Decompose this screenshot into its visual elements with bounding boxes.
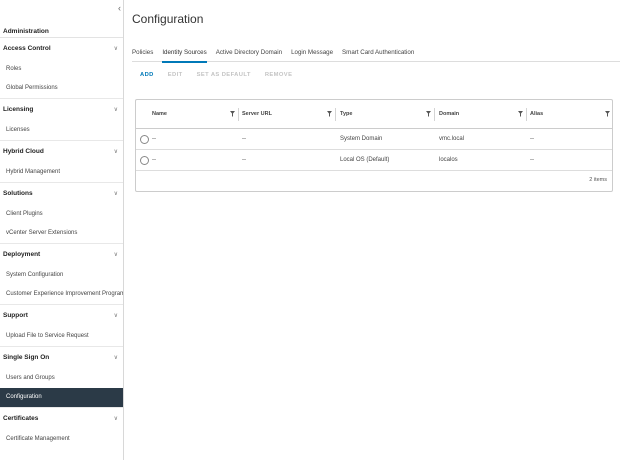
section-title-hybrid-cloud[interactable]: Hybrid Cloud ∨	[0, 141, 123, 163]
set-as-default-button[interactable]: SET AS DEFAULT	[197, 72, 251, 78]
chevron-down-icon: ∨	[113, 107, 118, 113]
column-header-domain[interactable]: Domain	[439, 100, 459, 129]
tab-smart-card-authentication[interactable]: Smart Card Authentication	[342, 44, 414, 62]
section-hybrid-cloud: Hybrid Cloud ∨ Hybrid Management	[0, 141, 123, 183]
sidebar-item-users-and-groups[interactable]: Users and Groups	[0, 369, 123, 388]
section-title-access-control[interactable]: Access Control ∨	[0, 38, 123, 60]
section-solutions: Solutions ∨ Client Plugins vCenter Server…	[0, 183, 123, 244]
edit-button[interactable]: EDIT	[168, 72, 183, 78]
column-separator	[526, 108, 527, 121]
section-certificates: Certificates ∨ Certificate Management	[0, 408, 123, 449]
identity-sources-grid: Name Server URL Type Domain Alias -- -- …	[135, 99, 613, 192]
chevron-down-icon: ∨	[113, 252, 118, 258]
table-row[interactable]: -- -- System Domain vmc.local --	[136, 129, 612, 150]
cell-domain: localos	[439, 157, 458, 163]
column-separator	[434, 108, 435, 121]
add-button[interactable]: ADD	[140, 72, 154, 78]
column-header-alias[interactable]: Alias	[530, 100, 543, 129]
section-title-deployment[interactable]: Deployment ∨	[0, 244, 123, 266]
sidebar-item-upload-file[interactable]: Upload File to Service Request	[0, 327, 123, 346]
column-separator	[238, 108, 239, 121]
section-access-control: Access Control ∨ Roles Global Permissions	[0, 38, 123, 99]
section-support: Support ∨ Upload File to Service Request	[0, 305, 123, 347]
tab-policies[interactable]: Policies	[132, 44, 153, 62]
tab-active-directory-domain[interactable]: Active Directory Domain	[216, 44, 282, 62]
section-licensing: Licensing ∨ Licenses	[0, 99, 123, 141]
sidebar-item-client-plugins[interactable]: Client Plugins	[0, 205, 123, 224]
filter-icon[interactable]	[605, 111, 610, 117]
filter-icon[interactable]	[426, 111, 431, 117]
sidebar-item-certificate-management[interactable]: Certificate Management	[0, 430, 123, 449]
cell-alias: --	[530, 157, 534, 163]
cell-alias: --	[530, 136, 534, 142]
filter-icon[interactable]	[327, 111, 332, 117]
row-select-radio[interactable]	[140, 156, 149, 165]
grid-footer-count: 2 items	[589, 177, 607, 183]
sidebar-item-hybrid-management[interactable]: Hybrid Management	[0, 163, 123, 182]
page-title: Configuration	[132, 12, 204, 26]
tab-login-message[interactable]: Login Message	[291, 44, 333, 62]
column-header-type[interactable]: Type	[340, 100, 352, 129]
tab-identity-sources[interactable]: Identity Sources	[162, 44, 208, 63]
sidebar-item-licenses[interactable]: Licenses	[0, 121, 123, 140]
column-separator	[335, 108, 336, 121]
cell-domain: vmc.local	[439, 136, 465, 142]
section-title-support[interactable]: Support ∨	[0, 305, 123, 327]
chevron-down-icon: ∨	[113, 416, 118, 422]
cell-type: Local OS (Default)	[340, 157, 390, 163]
tab-bar: Policies Identity Sources Active Directo…	[132, 44, 620, 63]
remove-button[interactable]: REMOVE	[265, 72, 293, 78]
section-single-sign-on: Single Sign On ∨ Users and Groups Configu…	[0, 347, 123, 408]
chevron-down-icon: ∨	[113, 149, 118, 155]
chevron-down-icon: ∨	[113, 191, 118, 197]
sidebar-item-global-permissions[interactable]: Global Permissions	[0, 79, 123, 98]
sidebar-item-ceip[interactable]: Customer Experience Improvement Program	[0, 285, 123, 304]
section-deployment: Deployment ∨ System Configuration Custome…	[0, 244, 123, 305]
sidebar-item-system-configuration[interactable]: System Configuration	[0, 266, 123, 285]
sidebar-header: Administration	[0, 25, 123, 38]
column-header-name[interactable]: Name	[152, 100, 167, 129]
sidebar-item-roles[interactable]: Roles	[0, 60, 123, 79]
row-select-radio[interactable]	[140, 135, 149, 144]
sidebar-item-configuration[interactable]: Configuration	[0, 388, 123, 407]
grid-header: Name Server URL Type Domain Alias	[136, 100, 612, 129]
cell-name: --	[152, 157, 156, 163]
chevron-down-icon: ∨	[113, 313, 118, 319]
chevron-down-icon: ∨	[113, 46, 118, 52]
filter-icon[interactable]	[518, 111, 523, 117]
action-bar: ADD EDIT SET AS DEFAULT REMOVE	[140, 72, 306, 78]
table-row[interactable]: -- -- Local OS (Default) localos --	[136, 150, 612, 171]
cell-name: --	[152, 136, 156, 142]
collapse-sidebar-icon[interactable]: ‹	[118, 3, 121, 13]
section-title-certificates[interactable]: Certificates ∨	[0, 408, 123, 430]
cell-server-url: --	[242, 136, 246, 142]
section-title-single-sign-on[interactable]: Single Sign On ∨	[0, 347, 123, 369]
sidebar-item-vcenter-server-extensions[interactable]: vCenter Server Extensions	[0, 224, 123, 243]
column-header-server-url[interactable]: Server URL	[242, 100, 272, 129]
cell-server-url: --	[242, 157, 246, 163]
cell-type: System Domain	[340, 136, 383, 142]
section-title-solutions[interactable]: Solutions ∨	[0, 183, 123, 205]
filter-icon[interactable]	[230, 111, 235, 117]
sidebar: ‹ Administration Access Control ∨ Roles G…	[0, 0, 124, 460]
section-title-licensing[interactable]: Licensing ∨	[0, 99, 123, 121]
chevron-down-icon: ∨	[113, 355, 118, 361]
main-content: Configuration Policies Identity Sources …	[124, 0, 620, 460]
